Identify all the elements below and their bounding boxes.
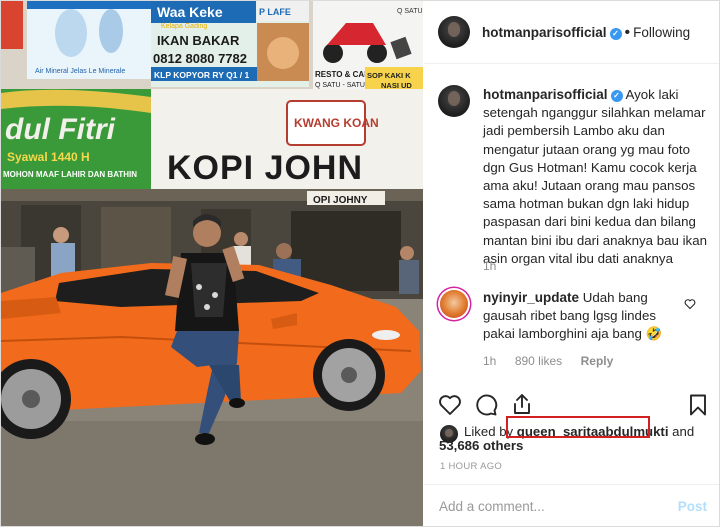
share-icon[interactable] [510,392,534,416]
sign-text-11: Q SATU [397,8,423,15]
caption-username[interactable]: hotmanparisofficial [483,87,608,102]
banner-text-5: KWANG KOAN [294,116,379,130]
separator-dot: • [624,24,631,41]
bookmark-icon[interactable] [686,393,710,417]
sign-text-12: P LAFE [259,7,291,17]
post-side-panel: hotmanparisofficial ✓ • Following hotmanpar… [424,1,719,526]
banner-text-6: OPI JOHNY [313,195,368,206]
avatar[interactable] [438,16,470,48]
banner-text-2: Syawal 1440 H [7,150,90,164]
comment-avatar[interactable] [440,290,468,318]
verified-icon: ✓ [610,90,623,102]
highlight-box [506,416,650,438]
following-button[interactable]: Following [633,25,690,40]
comment-heart-icon[interactable] [684,298,696,310]
comment-icon[interactable] [474,393,498,417]
sign-text-3: IKAN BAKAR [157,33,240,48]
sign-text-10: NASI UD [381,81,412,90]
sign-text-6: Air Mineral Jelas Le Minerale [35,68,125,75]
sign-text-9: SOP KAKI K [367,71,411,80]
post-photo[interactable]: Air Mineral Jelas Le Minerale Waa Keke K… [1,1,423,526]
comment-username[interactable]: nyinyir_update [483,290,579,305]
caption-time[interactable]: 1h [483,259,496,273]
sign-text-8: Q SATU - SATU [315,82,365,89]
comment-emoji: 🤣 [645,326,663,341]
comment-composer: Add a comment... Post [424,484,719,527]
caption-avatar[interactable] [438,85,470,117]
banner-text-4: KOPI JOHN [167,149,363,187]
sign-text-2: Kelapa Gading [161,23,207,30]
comment-meta: 1h 890 likes Reply [483,352,613,370]
banner-text-3: MOHON MAAF LAHIR DAN BATHIN [3,170,137,179]
caption-text: Ayok laki setengah nganggur silahkan mel… [483,87,707,266]
post-header: hotmanparisofficial ✓ • Following [424,1,719,64]
verified-icon: ✓ [609,28,622,40]
post-comment-button[interactable]: Post [678,499,707,514]
post-timestamp[interactable]: 1 HOUR AGO [440,461,502,472]
heart-icon[interactable] [438,393,462,417]
likes-others-line: 53,686 others [439,437,523,455]
liked-by-and: and [672,424,695,439]
banner-text-1: dul Fitri [5,113,116,146]
sign-text-4: 0812 8080 7782 [153,51,247,66]
caption: hotmanparisofficial ✓ Ayok laki setengah … [483,86,708,268]
comment-input[interactable]: Add a comment... [439,499,545,514]
comment-likes[interactable]: 890 likes [515,354,562,368]
liked-by-others[interactable]: 53,686 others [439,438,523,453]
header-line: hotmanparisofficial ✓ • Following [482,24,690,42]
reply-button[interactable]: Reply [581,354,614,368]
sign-text-5: KLP KOPYOR RY Q1 / 1 [154,70,250,80]
photo-scene: Air Mineral Jelas Le Minerale Waa Keke K… [1,1,423,526]
instagram-post-window: Air Mineral Jelas Le Minerale Waa Keke K… [0,0,720,527]
comment: nyinyir_update Udah bang gausah ribet ba… [483,289,683,343]
comment-time[interactable]: 1h [483,354,496,368]
header-username[interactable]: hotmanparisofficial [482,25,607,40]
sign-text-1: Waa Keke [157,4,223,20]
